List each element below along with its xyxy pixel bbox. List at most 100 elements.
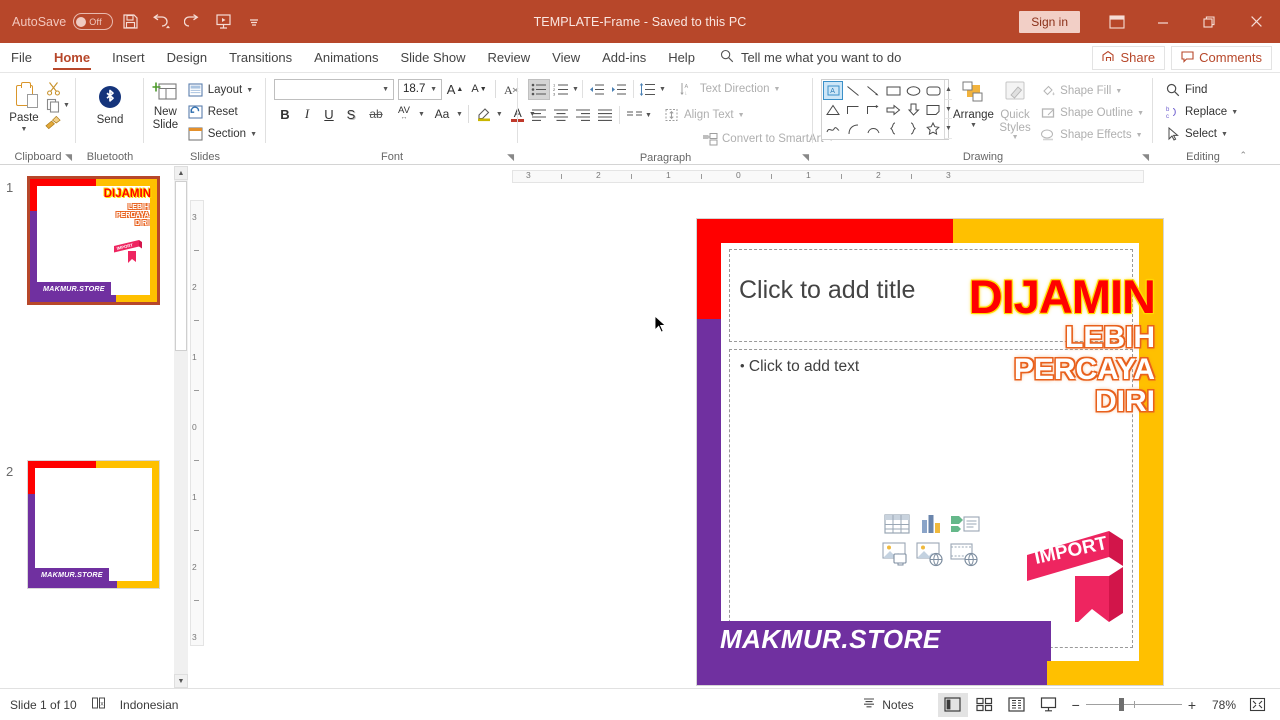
shape-curve-icon[interactable] (843, 119, 863, 138)
change-case-button[interactable]: Aa (428, 103, 456, 125)
bold-button[interactable]: B (274, 103, 296, 125)
font-name-input[interactable]: ▼ (274, 78, 394, 100)
shapes-gallery-scroll-up[interactable]: ▲ (945, 80, 952, 100)
decrease-font-size-button[interactable]: A ▼ (468, 78, 490, 100)
bluetooth-send-button[interactable]: Send (82, 78, 138, 127)
shape-outline-dropdown-arrow[interactable]: ▼ (1137, 110, 1144, 117)
slide-indicator[interactable]: Slide 1 of 10 (10, 698, 77, 712)
comments-button[interactable]: Comments (1171, 45, 1272, 70)
slide-canvas-area[interactable]: Click to add title • Click to add text D… (208, 188, 1266, 685)
font-dialog-launcher[interactable]: ◥ (507, 152, 514, 163)
text-direction-dropdown-arrow[interactable]: ▼ (774, 86, 781, 93)
shape-line-icon[interactable] (843, 81, 863, 100)
section-dropdown-arrow[interactable]: ▼ (250, 131, 257, 138)
thumbnail-scroll-up-arrow[interactable]: ▲ (174, 166, 188, 180)
shape-fill-button[interactable]: Shape Fill ▼ (1036, 80, 1148, 102)
slide-headline[interactable]: DIJAMIN (969, 269, 1156, 324)
shape-fill-dropdown-arrow[interactable]: ▼ (1115, 88, 1122, 95)
spell-check-icon[interactable]: x (91, 696, 106, 713)
insert-online-picture-icon[interactable] (914, 540, 948, 568)
format-painter-icon[interactable] (45, 114, 61, 130)
bullets-button[interactable] (528, 78, 550, 100)
copy-icon[interactable] (45, 97, 61, 113)
shape-star-icon[interactable] (923, 119, 943, 138)
shape-scribble-icon[interactable] (823, 119, 843, 138)
thumbnail-scroll-thumb[interactable] (175, 181, 187, 351)
shape-rectangle-icon[interactable] (883, 81, 903, 100)
share-button[interactable]: Share (1092, 45, 1166, 70)
save-icon[interactable] (116, 8, 144, 36)
new-slide-button[interactable]: New Slide (149, 78, 182, 131)
cut-icon[interactable] (45, 80, 61, 96)
insert-chart-icon[interactable] (914, 510, 948, 538)
tab-home[interactable]: Home (43, 43, 101, 72)
tab-add-ins[interactable]: Add-ins (591, 43, 657, 72)
autosave-toggle[interactable]: Off (73, 13, 114, 30)
columns-dropdown-arrow[interactable]: ▼ (645, 112, 652, 119)
restore-icon[interactable] (1186, 0, 1232, 43)
select-button[interactable]: Select ▼ (1161, 123, 1232, 145)
tell-me-search[interactable]: Tell me what you want to do (706, 43, 901, 72)
quick-styles-button[interactable]: Quick Styles ▼ (998, 79, 1032, 142)
undo-icon[interactable] (147, 8, 175, 36)
replace-button[interactable]: bc Replace ▼ (1161, 101, 1242, 123)
shape-textbox-icon[interactable]: A (823, 81, 843, 100)
align-center-button[interactable] (550, 105, 572, 126)
shape-rounded-rectangle-icon[interactable] (923, 81, 943, 100)
thumbnail-scroll-down-arrow[interactable]: ▼ (174, 674, 188, 688)
align-text-dropdown-arrow[interactable]: ▼ (738, 112, 745, 119)
underline-button[interactable]: U (318, 103, 340, 125)
character-spacing-button[interactable]: AV ↔ (390, 103, 418, 125)
align-right-button[interactable] (572, 105, 594, 126)
shape-elbow-connector-icon[interactable] (843, 100, 863, 119)
strikethrough-button[interactable]: ab (362, 103, 390, 125)
shape-down-arrow-icon[interactable] (903, 100, 923, 119)
decrease-indent-button[interactable] (586, 79, 608, 100)
language-indicator[interactable]: Indonesian (120, 698, 179, 712)
font-name-dropdown-arrow[interactable]: ▼ (382, 86, 389, 93)
thumbnail-slide-1[interactable]: 1 DIJAMIN LEBIH PERCAYA DIRI IMPORT MAKM… (0, 172, 188, 310)
quick-styles-dropdown-arrow[interactable]: ▼ (1012, 134, 1019, 142)
section-button[interactable]: Section ▼ (184, 123, 261, 145)
shapes-gallery-scroll-down[interactable]: ▼ (945, 100, 952, 120)
notes-button[interactable]: Notes (852, 693, 923, 717)
replace-dropdown-arrow[interactable]: ▼ (1231, 109, 1238, 116)
zoom-out-button[interactable]: − (1072, 697, 1080, 713)
vertical-ruler[interactable]: 3 2 1 0 1 2 3 (188, 188, 206, 674)
start-from-beginning-icon[interactable] (209, 8, 237, 36)
drawing-dialog-launcher[interactable]: ◥ (1142, 152, 1149, 163)
reset-button[interactable]: Reset (184, 101, 261, 123)
zoom-track[interactable] (1085, 697, 1182, 711)
shape-effects-button[interactable]: Shape Effects ▼ (1036, 124, 1148, 146)
slide-thumbnail-pane[interactable]: 1 DIJAMIN LEBIH PERCAYA DIRI IMPORT MAKM… (0, 166, 188, 688)
tab-design[interactable]: Design (156, 43, 218, 72)
zoom-handle[interactable] (1118, 697, 1124, 711)
shape-arrow-icon[interactable] (863, 81, 883, 100)
shape-left-brace-icon[interactable] (883, 119, 903, 138)
zoom-in-button[interactable]: + (1188, 697, 1196, 713)
horizontal-ruler[interactable]: 3 2 1 0 1 2 3 (384, 167, 1266, 185)
paste-button[interactable]: Paste ▼ (5, 78, 43, 134)
font-size-input[interactable]: 18.7 ▼ (398, 78, 442, 100)
text-shadow-button[interactable]: S (340, 103, 362, 125)
import-banner[interactable]: IMPORT (1023, 527, 1128, 625)
tab-slide-show[interactable]: Slide Show (389, 43, 476, 72)
shape-outline-button[interactable]: Shape Outline ▼ (1036, 102, 1148, 124)
shape-effects-dropdown-arrow[interactable]: ▼ (1136, 132, 1143, 139)
numbering-button[interactable]: 123 (550, 79, 572, 100)
italic-button[interactable]: I (296, 103, 318, 125)
columns-button[interactable] (623, 105, 645, 126)
justify-button[interactable] (594, 105, 616, 126)
arrange-button[interactable]: Arrange ▼ (953, 79, 994, 130)
character-spacing-dropdown-arrow[interactable]: ▼ (418, 111, 425, 118)
zoom-slider[interactable]: − + (1072, 697, 1196, 713)
minimize-icon[interactable] (1140, 0, 1186, 43)
shape-oval-icon[interactable] (903, 81, 923, 100)
shape-elbow-arrow-icon[interactable] (863, 100, 883, 119)
insert-video-icon[interactable] (948, 540, 982, 568)
tab-view[interactable]: View (541, 43, 591, 72)
fit-slide-to-window-icon[interactable] (1242, 693, 1272, 717)
insert-picture-icon[interactable] (880, 540, 914, 568)
customize-qat-icon[interactable] (240, 8, 268, 36)
insert-smartart-icon[interactable] (948, 510, 982, 538)
